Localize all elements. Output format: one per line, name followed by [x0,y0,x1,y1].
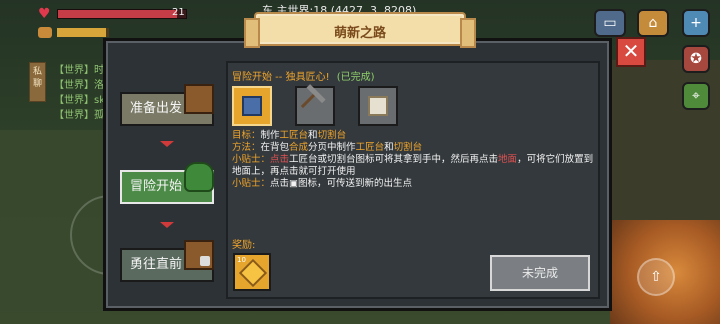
task-title-text: 冒险开始 -- 独具匠心! [232,72,330,83]
tip-keyword: 点击 [270,154,290,165]
tip-text: 工匠台或切割台图标可将其拿到手中，然后再点击 [289,154,499,165]
craft-table-slot[interactable] [232,86,272,126]
hunger-fill [57,28,107,37]
lock-icon [200,256,210,266]
goal-line: 目标：制作工匠台和切割台 [232,130,596,142]
tip-line: 小贴士：点击工匠台或切割台图标可将其拿到手中，然后再点击地面，可将它们放置到地面… [232,154,596,178]
dialog-title-banner: 萌新之路 [244,12,476,48]
goal-item: 切割台 [317,130,347,141]
achievement-button[interactable]: ✪ [682,45,710,73]
goal-item: 工匠台 [279,130,309,141]
quest-step-label: 准备出发 [130,101,183,116]
quest-step-label: 冒险开始 [130,179,183,194]
reward-label: 奖励: [232,240,256,251]
task-title: 冒险开始 -- 独具匠心! (已完成) [232,68,375,83]
tip-text: 点击▣图标，可传送到新的出生点 [270,178,412,189]
goal-text: 和 [308,130,318,141]
health-fill [58,10,178,18]
task-description: 目标：制作工匠台和切割台 方法：在背包合成分页中制作工匠台和切割台 小贴士：点击… [232,130,596,190]
tip-label: 小贴士： [232,154,271,165]
dialog-title: 萌新之路 [333,26,386,41]
chat-icon: ▭ [603,15,617,31]
chat-private-tab[interactable]: 私聊 [29,62,46,102]
task-status: (已完成) [336,72,375,83]
method-line: 方法：在背包合成分页中制作工匠台和切割台 [232,142,596,154]
workbench-icon [242,96,262,116]
shop-icon: ⌂ [648,15,658,31]
health-bar [57,9,187,19]
method-text: 和 [384,142,394,153]
reward-item[interactable]: 10 [233,253,271,291]
goal-text: 制作 [260,130,280,141]
step-arrow-icon [160,222,174,228]
chat-button[interactable]: ▭ [594,9,626,37]
method-text: 分页中制作 [308,142,356,153]
step-arrow-icon [160,141,174,147]
jump-button[interactable]: ⇧ [637,258,675,296]
tip-label: 小贴士： [232,178,271,189]
jump-icon: ⇧ [650,269,662,285]
quest-step-adventure[interactable]: 冒险开始 [120,162,214,204]
hunger-bar [57,28,109,37]
medal-icon: ✪ [690,51,702,67]
heart-icon: ♥ [38,6,51,22]
pickaxe-slot[interactable] [295,86,335,126]
chest-icon [184,240,214,270]
map-button[interactable]: ⌖ [682,82,710,110]
tree-icon [184,162,214,192]
tip-line: 小贴士：点击▣图标，可传送到新的出生点 [232,178,596,190]
incomplete-button[interactable]: 未完成 [490,255,590,291]
method-label: 方法： [232,142,261,153]
health-value: 21 [172,7,185,18]
goal-label: 目标： [232,130,261,141]
method-item: 工匠台 [355,142,385,153]
cutting-table-slot[interactable] [358,86,398,126]
method-item: 切割台 [393,142,423,153]
close-button[interactable]: ✕ [616,37,646,67]
shop-button[interactable]: ⌂ [637,9,669,37]
method-text: 在背包 [260,142,290,153]
food-icon [38,27,52,38]
map-icon: ⌖ [692,88,700,104]
add-button[interactable]: + [682,9,710,37]
quest-step-label: 勇往直前 [130,257,183,272]
chest-icon [184,84,214,114]
reward-count: 10 [237,256,246,264]
plus-icon: + [690,15,702,31]
cutting-table-icon [368,96,388,116]
tip-keyword: 地面 [498,154,518,165]
pickaxe-icon [300,91,330,121]
quest-step-forward[interactable]: 勇往直前 [120,240,214,282]
quest-step-prepare[interactable]: 准备出发 [120,84,214,126]
method-tab: 合成 [289,142,309,153]
